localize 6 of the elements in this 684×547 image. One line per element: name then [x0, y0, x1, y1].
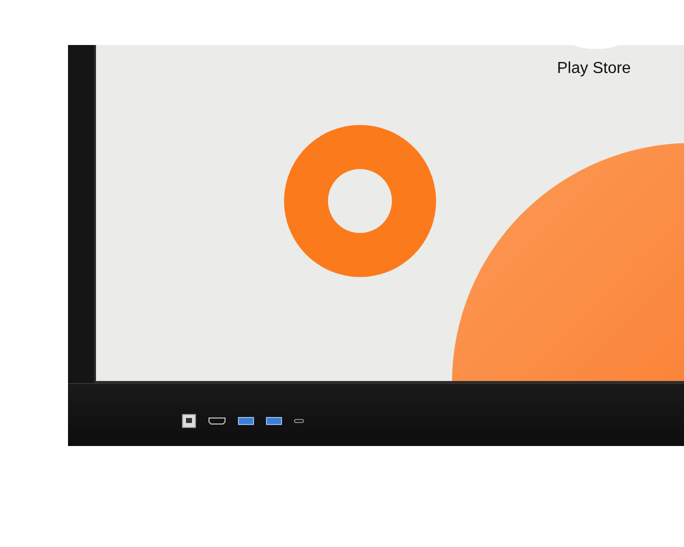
hdmi-port-icon — [208, 417, 226, 425]
usb-port-icon — [238, 417, 254, 425]
usb-c-port-icon — [294, 419, 304, 423]
usb-port-icon — [266, 417, 282, 425]
usb-b-port-icon — [182, 414, 196, 428]
app-label[interactable]: Play Store — [557, 60, 631, 78]
